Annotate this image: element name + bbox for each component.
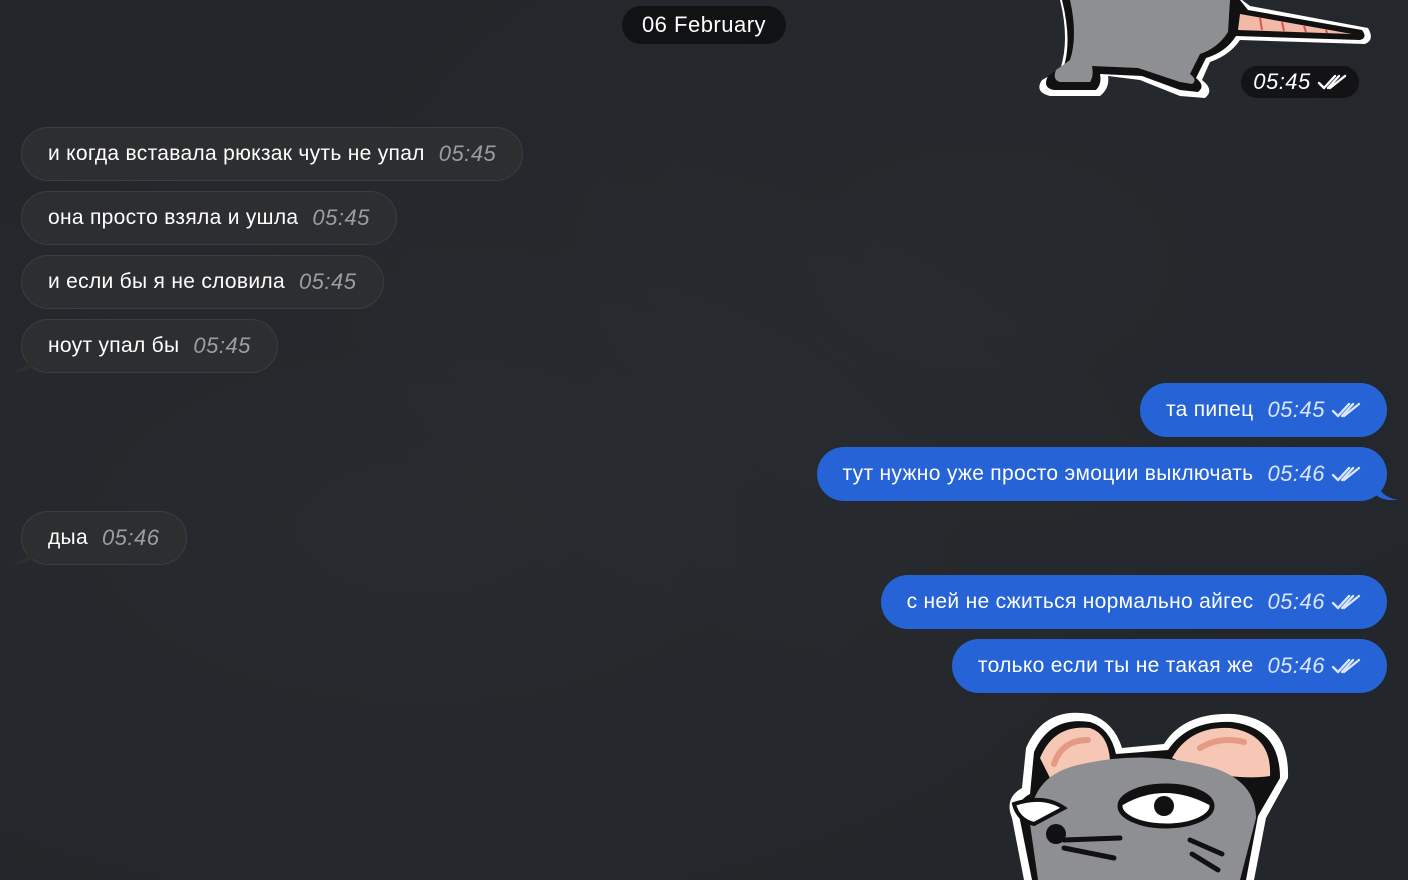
message-time: 05:45 [1253, 69, 1311, 94]
incoming-message[interactable]: и когда вставала рюкзак чуть не упал 05:… [21, 127, 524, 181]
bubble-tail [10, 545, 32, 565]
outgoing-message[interactable]: только если ты не такая же 05:46 [951, 639, 1387, 693]
message-time: 05:45 [312, 205, 370, 230]
message-text: с ней не сжиться нормально айгес [906, 590, 1254, 613]
bubble-tail [10, 353, 32, 373]
sticker-timestamp: 05:45 [1241, 66, 1359, 98]
outgoing-message[interactable]: та пипец 05:45 [1139, 383, 1387, 437]
message-time: 05:45 [193, 333, 251, 358]
outgoing-message[interactable]: с ней не сжиться нормально айгес 05:46 [880, 575, 1387, 629]
message-time: 05:46 [1267, 589, 1325, 614]
message-time: 05:46 [101, 525, 160, 550]
date-label: 06 February [641, 12, 767, 37]
incoming-message[interactable]: и если бы я не словила 05:45 [21, 255, 384, 309]
message-text: тут нужно уже просто эмоции выключать [842, 462, 1254, 485]
message-text: она просто взяла и ушла [48, 206, 299, 229]
double-check-icon [1317, 74, 1346, 90]
message-time: 05:45 [1267, 397, 1325, 422]
double-check-icon [1331, 466, 1361, 482]
double-check-icon [1331, 594, 1361, 610]
message-time: 05:46 [1267, 653, 1325, 678]
message-text: и когда вставала рюкзак чуть не упал [48, 142, 425, 165]
chat-area: 06 February 05:45 и когда вставала рюкза… [0, 0, 1408, 880]
incoming-message[interactable]: дыа 05:46 [21, 511, 187, 565]
bubble-tail [1376, 481, 1398, 501]
double-check-icon [1331, 658, 1361, 674]
message-time: 05:45 [298, 269, 357, 294]
incoming-message[interactable]: она просто взяла и ушла 05:45 [21, 191, 397, 245]
message-time: 05:46 [1267, 461, 1325, 486]
message-time: 05:45 [438, 141, 497, 166]
rat-sticker-bottom[interactable] [1004, 708, 1294, 880]
incoming-message[interactable]: ноут упал бы 05:45 [21, 319, 278, 373]
message-text: дыа [48, 526, 88, 549]
double-check-icon [1331, 402, 1361, 418]
date-separator: 06 February [622, 6, 786, 44]
message-text: и если бы я не словила [48, 270, 285, 293]
message-text: только если ты не такая же [977, 654, 1254, 677]
outgoing-message[interactable]: тут нужно уже просто эмоции выключать 05… [816, 447, 1387, 501]
message-text: та пипец [1165, 398, 1254, 421]
message-text: ноут упал бы [48, 334, 180, 357]
